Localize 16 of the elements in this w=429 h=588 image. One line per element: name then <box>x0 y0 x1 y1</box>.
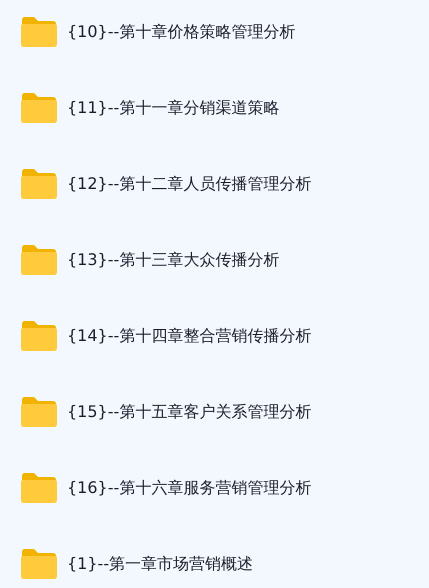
folder-icon <box>20 16 58 48</box>
folder-icon <box>20 548 58 580</box>
folder-icon <box>20 396 58 428</box>
folder-icon <box>20 472 58 504</box>
folder-name[interactable]: {12}--第十二章人员传播管理分析 <box>67 172 312 196</box>
folder-name[interactable]: {1}--第一章市场营销概述 <box>67 552 254 576</box>
folder-name[interactable]: {10}--第十章价格策略管理分析 <box>67 20 296 44</box>
folder-name[interactable]: {16}--第十六章服务营销管理分析 <box>67 476 312 500</box>
folder-icon <box>20 92 58 124</box>
folder-icon <box>20 168 58 200</box>
folder-icon <box>20 244 58 276</box>
folder-name[interactable]: {11}--第十一章分销渠道策略 <box>67 96 280 120</box>
folder-name[interactable]: {13}--第十三章大众传播分析 <box>67 248 280 272</box>
folder-icon <box>20 320 58 352</box>
folder-name[interactable]: {15}--第十五章客户关系管理分析 <box>67 400 312 424</box>
folder-name[interactable]: {14}--第十四章整合营销传播分析 <box>67 324 312 348</box>
